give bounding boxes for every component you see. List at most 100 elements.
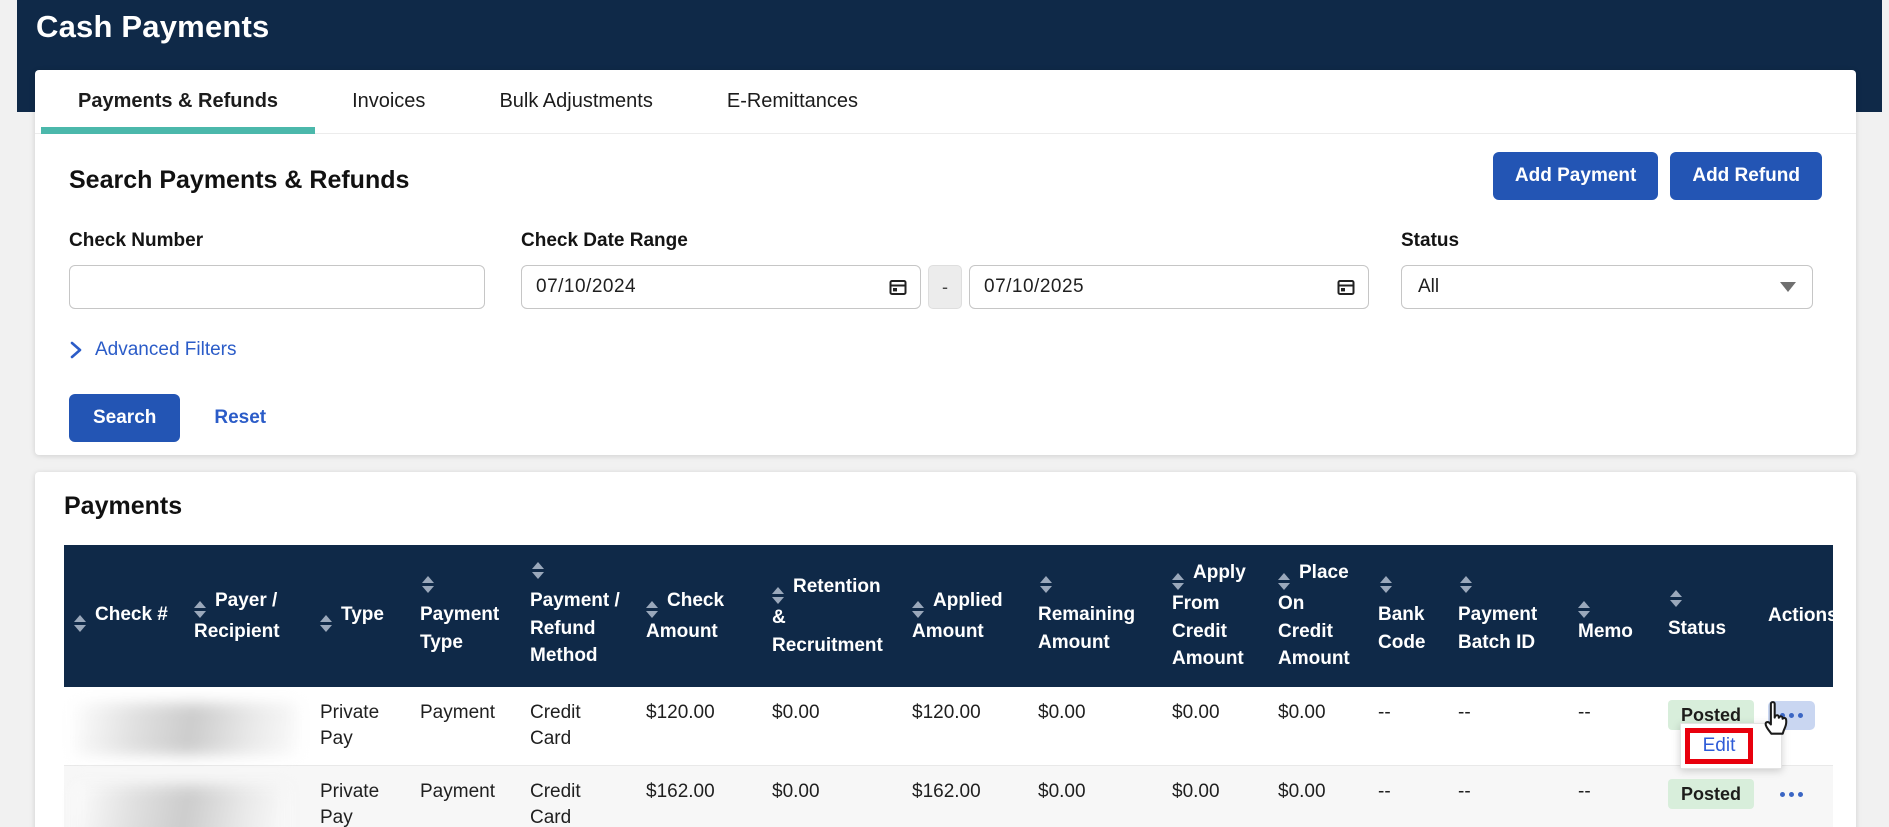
check-date-range-label: Check Date Range (521, 230, 1369, 252)
advanced-filters-label: Advanced Filters (95, 339, 237, 361)
column-header-check_number[interactable]: Check # (64, 545, 184, 687)
column-header-bank_code[interactable]: Bank Code (1368, 545, 1448, 687)
redacted-text-blur (74, 703, 298, 755)
sort-icon[interactable] (1172, 573, 1184, 590)
tab-e-remittances[interactable]: E-Remittances (690, 70, 895, 133)
tab-payments-refunds[interactable]: Payments & Refunds (41, 70, 315, 133)
row-actions-ellipsis-button[interactable] (1768, 780, 1815, 809)
check-number-label: Check Number (69, 230, 485, 252)
column-header-applied_amount[interactable]: Applied Amount (902, 545, 1028, 687)
payments-heading: Payments (64, 492, 1827, 521)
date-from-value: 07/10/2024 (536, 276, 636, 298)
sort-icon[interactable] (1278, 573, 1290, 590)
sort-icon[interactable] (1578, 601, 1590, 618)
sort-icon[interactable] (74, 615, 86, 632)
redacted-text-blur (74, 785, 288, 827)
payments-card: Payments Check #Payer / RecipientTypePay… (35, 472, 1856, 827)
redacted-check-payer-cell (64, 687, 310, 766)
table-row: Private PayPaymentCredit Card$162.00$0.0… (64, 766, 1833, 827)
sort-icon[interactable] (422, 576, 510, 593)
date-to-input[interactable]: 07/10/2025 (969, 265, 1369, 309)
status-field-group: Status All (1401, 230, 1813, 309)
cell-type: Private Pay (310, 687, 410, 766)
cash-payments-page: Cash Payments Payments & RefundsInvoices… (0, 0, 1889, 827)
cell-memo: -- (1568, 766, 1658, 827)
status-select[interactable]: All (1401, 265, 1813, 309)
sort-icon[interactable] (1670, 590, 1748, 607)
table-header-row: Check #Payer / RecipientTypePayment Type… (64, 545, 1833, 687)
column-header-memo[interactable]: Memo (1568, 545, 1658, 687)
cell-retention_amount: $0.00 (762, 687, 902, 766)
cell-method: Credit Card (520, 766, 636, 827)
sort-icon[interactable] (912, 601, 924, 618)
column-header-payer_recipient[interactable]: Payer / Recipient (184, 545, 310, 687)
reset-button[interactable]: Reset (214, 407, 266, 429)
sort-icon[interactable] (1460, 576, 1558, 593)
column-header-remaining_amount[interactable]: Remaining Amount (1028, 545, 1162, 687)
cell-bank_code: -- (1368, 766, 1448, 827)
sort-icon[interactable] (646, 601, 658, 618)
sort-icon[interactable] (1040, 576, 1152, 593)
calendar-icon[interactable] (1336, 277, 1356, 297)
search-card: Payments & RefundsInvoicesBulk Adjustmen… (35, 70, 1856, 455)
date-to-value: 07/10/2025 (984, 276, 1084, 298)
sort-icon[interactable] (772, 587, 784, 604)
status-badge: Posted (1668, 779, 1754, 809)
menu-item-edit[interactable]: Edit (1703, 735, 1736, 757)
cell-check_amount: $162.00 (636, 766, 762, 827)
column-header-apply_from_credit[interactable]: Apply From Credit Amount (1162, 545, 1268, 687)
add-refund-button[interactable]: Add Refund (1670, 152, 1822, 200)
annotation-highlight-box: Edit (1685, 728, 1753, 764)
tab-bulk-adjustments[interactable]: Bulk Adjustments (462, 70, 689, 133)
cell-check_amount: $120.00 (636, 687, 762, 766)
column-header-method[interactable]: Payment / Refund Method (520, 545, 636, 687)
redacted-check-payer-cell (64, 766, 310, 827)
check-number-input[interactable] (69, 265, 485, 309)
caret-down-icon (1780, 282, 1796, 292)
cell-method: Credit Card (520, 687, 636, 766)
tab-invoices[interactable]: Invoices (315, 70, 462, 133)
cell-apply_from_credit: $0.00 (1162, 687, 1268, 766)
cell-bank_code: -- (1368, 687, 1448, 766)
cell-place_on_credit: $0.00 (1268, 766, 1368, 827)
cell-status: Posted (1658, 766, 1758, 827)
column-header-payment_type[interactable]: Payment Type (410, 545, 520, 687)
cell-place_on_credit: $0.00 (1268, 687, 1368, 766)
cell-applied_amount: $120.00 (902, 687, 1028, 766)
check-number-field-group: Check Number (69, 230, 485, 309)
cell-retention_amount: $0.00 (762, 766, 902, 827)
sort-icon[interactable] (320, 615, 332, 632)
date-from-input[interactable]: 07/10/2024 (521, 265, 921, 309)
page-title: Cash Payments (17, 0, 1882, 45)
calendar-icon[interactable] (888, 277, 908, 297)
add-payment-button[interactable]: Add Payment (1493, 152, 1658, 200)
sort-icon[interactable] (194, 601, 206, 618)
search-heading: Search Payments & Refunds (69, 166, 409, 195)
search-section: Search Payments & Refunds Add Payment Ad… (35, 134, 1856, 442)
cell-type: Private Pay (310, 766, 410, 827)
cell-actions (1758, 766, 1833, 827)
column-header-place_on_credit[interactable]: Place On Credit Amount (1268, 545, 1368, 687)
cell-applied_amount: $162.00 (902, 766, 1028, 827)
status-label: Status (1401, 230, 1813, 252)
status-selected-value: All (1418, 276, 1439, 298)
payments-table: Check #Payer / RecipientTypePayment Type… (64, 545, 1833, 827)
cell-apply_from_credit: $0.00 (1162, 766, 1268, 827)
cell-remaining_amount: $0.00 (1028, 766, 1162, 827)
advanced-filters-toggle[interactable]: Advanced Filters (69, 339, 1822, 361)
sort-icon[interactable] (532, 562, 626, 579)
column-header-status[interactable]: Status (1658, 545, 1758, 687)
cell-memo: -- (1568, 687, 1658, 766)
sort-icon[interactable] (1380, 576, 1438, 593)
column-header-type[interactable]: Type (310, 545, 410, 687)
search-button[interactable]: Search (69, 394, 180, 442)
column-header-actions: Actions (1758, 545, 1833, 687)
column-header-retention_amount[interactable]: Retention & Recruitment (762, 545, 902, 687)
cell-payment_type: Payment (410, 766, 520, 827)
tab-bar: Payments & RefundsInvoicesBulk Adjustmen… (35, 70, 1856, 134)
column-header-payment_batch_id[interactable]: Payment Batch ID (1448, 545, 1568, 687)
cell-payment_batch_id: -- (1448, 766, 1568, 827)
column-header-check_amount[interactable]: Check Amount (636, 545, 762, 687)
cell-payment_batch_id: -- (1448, 687, 1568, 766)
chevron-right-icon (69, 341, 83, 359)
